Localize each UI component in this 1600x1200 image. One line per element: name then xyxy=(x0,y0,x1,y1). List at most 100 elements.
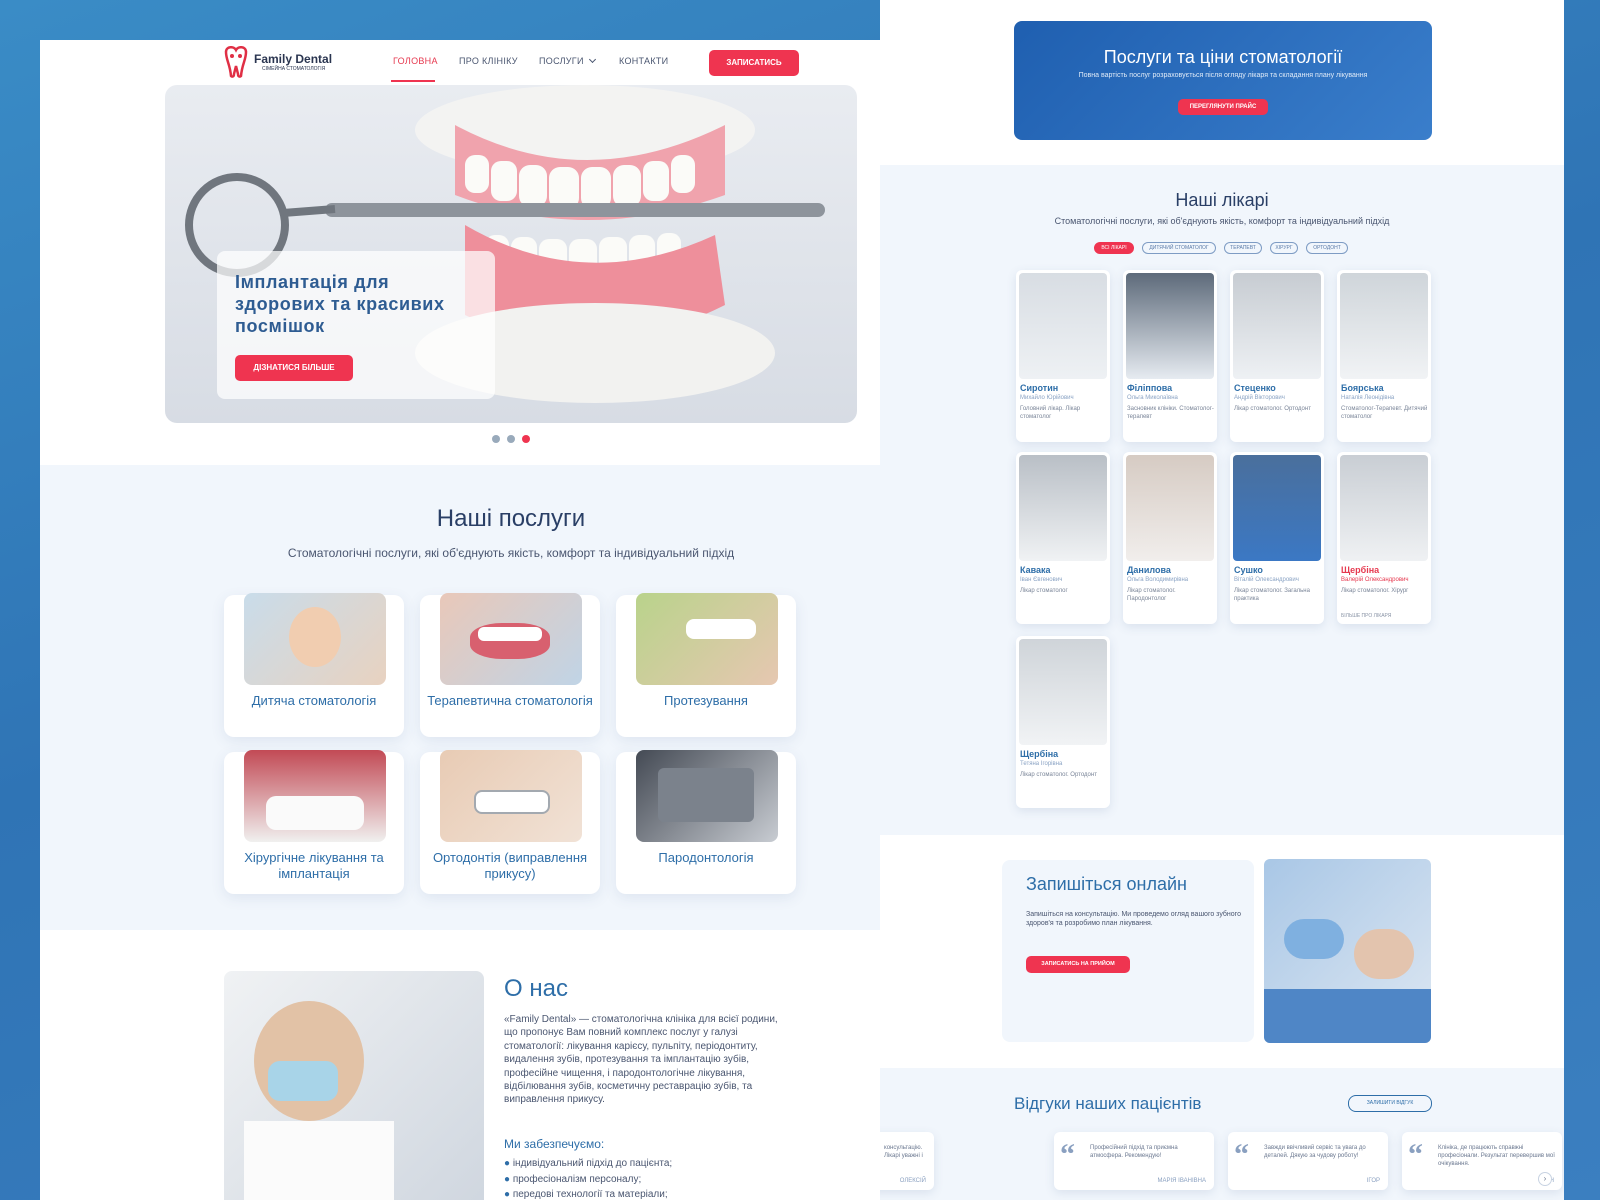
booking-text: Запишіться на консультацію. Ми проведемо… xyxy=(1026,911,1241,927)
view-prices-button[interactable]: ПЕРЕГЛЯНУТИ ПРАЙС xyxy=(1178,99,1268,115)
filter-surgeon[interactable]: ХІРУРГ xyxy=(1270,242,1298,254)
bullet-item: ● передові технології та матеріали; xyxy=(504,1189,668,1200)
review-author: ІГОР xyxy=(1366,1178,1380,1184)
reviews-title: Відгуки наших пацієнтів xyxy=(1014,1094,1202,1113)
review-text: Клініка, де працюють справжні професіона… xyxy=(1438,1145,1555,1167)
doctors-title: Наші лікарі xyxy=(1175,190,1269,210)
filter-pediatric[interactable]: ДИТЯЧИЙ СТОМАТОЛОГ xyxy=(1142,242,1216,254)
doctor-role: Головний лікар. Лікар стоматолог xyxy=(1020,406,1081,420)
service-label: Протезування xyxy=(664,693,748,708)
filter-orthodontist[interactable]: ОРТОДОНТ xyxy=(1306,242,1348,254)
logo[interactable]: Family Dental СІМЕЙНА СТОМАТОЛОГІЯ xyxy=(222,46,342,80)
prices-title: Послуги та ціни стоматології xyxy=(1103,47,1343,67)
booking-card: Запишіться онлайн Запишіться на консульт… xyxy=(1002,860,1254,1042)
doctors-subtitle: Стоматологічні послуги, які об'єднують я… xyxy=(1054,216,1390,226)
doctor-photo xyxy=(1340,455,1428,561)
nav-services[interactable]: ПОСЛУГИ xyxy=(539,55,596,66)
doctor-role: Лікар стоматолог xyxy=(1020,588,1068,594)
doctor-photo xyxy=(1233,455,1321,561)
homepage-panel: Family Dental СІМЕЙНА СТОМАТОЛОГІЯ ГОЛОВ… xyxy=(40,40,982,1200)
booking-title: Запишіться онлайн xyxy=(1026,874,1187,894)
filter-therapist[interactable]: ТЕРАПЕВТ xyxy=(1224,242,1262,254)
doctor-photo xyxy=(1340,273,1428,379)
doctor-card[interactable]: Філіппова Ольга Миколаївна Засновник кліні… xyxy=(1123,270,1217,442)
therapy-photo xyxy=(440,593,582,685)
chevron-down-icon xyxy=(588,55,596,64)
about-bullets: ● індивідуальний підхід до пацієнта; ● п… xyxy=(504,1156,672,1200)
doctor-surname: Сушко xyxy=(1234,565,1263,575)
doctor-more-link[interactable]: БІЛЬШЕ ПРО ЛІКАРЯ xyxy=(1341,613,1391,619)
nav-services-label: ПОСЛУГИ xyxy=(539,56,584,66)
doctor-card[interactable]: Кавака Іван Євгенович Лікар стоматолог xyxy=(1016,452,1110,624)
brand-tagline: СІМЕЙНА СТОМАТОЛОГІЯ xyxy=(262,66,326,72)
hero-caption-card: Імплантація для здорових та красивих пос… xyxy=(217,251,495,399)
doctor-surname: Стеценко xyxy=(1234,383,1276,393)
brand-name: Family Dental xyxy=(254,52,333,66)
service-card-surgery[interactable]: Хірургічне лікування та імплантація xyxy=(224,750,404,894)
doctor-role: Лікар стоматолог. Загальна практика xyxy=(1234,588,1310,602)
patient-photo xyxy=(1264,859,1431,1043)
services-subtitle: Стоматологічні послуги, які об'єднують я… xyxy=(287,546,735,560)
doctor-card[interactable]: Сиротин Михайло Юрійович Головний лікар. Л… xyxy=(1016,270,1110,442)
header-book-button[interactable]: ЗАПИСАТИСЬ xyxy=(709,50,799,76)
doctor-name: Андрій Вікторович xyxy=(1234,395,1285,401)
services-page-panel: Послуги та ціни стоматології Повна варті… xyxy=(880,0,1564,1200)
doctor-role: Лікар стоматолог. Пародонтолог xyxy=(1127,588,1176,602)
xray-photo xyxy=(636,750,778,842)
slider-dot-2[interactable] xyxy=(507,435,515,443)
doctor-name: Ольга Володимирівна xyxy=(1127,577,1189,583)
service-card-periodontology[interactable]: Пародонтологія xyxy=(616,750,796,894)
services-section: Наші послуги Стоматологічні послуги, які… xyxy=(40,465,982,930)
tooth-logo-icon xyxy=(224,46,248,78)
doctor-card[interactable]: Боярська Наталія Леонідівна Стоматолог-Тер… xyxy=(1337,270,1431,442)
service-label: Хірургічне лікування та імплантація xyxy=(244,850,384,881)
doctor-card[interactable]: Стеценко Андрій Вікторович Лікар стоматоло… xyxy=(1230,270,1324,442)
doctor-card[interactable]: Данилова Ольга Володимирівна Лікар стомато… xyxy=(1123,452,1217,624)
doctor-role: Стоматолог-Терапевт. Дитячий стоматолог xyxy=(1341,406,1428,420)
doctor-card[interactable]: Сушко Віталій Олександрович Лікар стоматол… xyxy=(1230,452,1324,624)
review-text: консультацію. Лікарі уважні і xyxy=(884,1145,923,1159)
doctor-photo xyxy=(1126,273,1214,379)
doctor-name: Ольга Миколаївна xyxy=(1127,395,1178,401)
review-card: “ Професійний підхід та приємна атмосфера… xyxy=(1054,1132,1214,1190)
booking-button[interactable]: ЗАПИСАТИСЬ НА ПРИЙОМ xyxy=(1026,956,1130,973)
doctor-card[interactable]: Щербіна Тетяна Ігорівна Лікар стоматолог. … xyxy=(1016,636,1110,808)
child-photo xyxy=(244,593,386,685)
bullet-item: ● індивідуальний підхід до пацієнта; xyxy=(504,1158,673,1169)
hero-learn-more-button[interactable]: ДІЗНАТИСЯ БІЛЬШЕ xyxy=(235,355,353,381)
doctor-surname: Боярська xyxy=(1341,383,1384,393)
doctors-section xyxy=(880,165,1564,835)
doctor-name: Іван Євгенович xyxy=(1020,577,1063,583)
prices-banner: Послуги та ціни стоматології Повна варті… xyxy=(1014,21,1432,140)
nav-active-underline xyxy=(391,80,435,82)
dentist-photo xyxy=(224,971,484,1200)
slider-dot-3[interactable] xyxy=(522,435,530,443)
services-title: Наші послуги xyxy=(436,505,586,532)
doctor-photo xyxy=(1233,273,1321,379)
service-card-orthodontics[interactable]: Ортодонтія (виправлення прикусу) xyxy=(420,750,600,894)
filter-all[interactable]: ВСІ ЛІКАРІ xyxy=(1094,242,1134,254)
doctor-role: Лікар стоматолог. Ортодонт xyxy=(1234,406,1311,412)
nav-contacts[interactable]: КОНТАКТИ xyxy=(619,56,668,66)
doctor-role: Засновник клініки. Стоматолог-терапевт xyxy=(1127,406,1214,420)
quote-icon: “ xyxy=(1060,1138,1075,1171)
service-card-pediatric[interactable]: Дитяча стоматологія xyxy=(224,593,404,737)
about-text: «Family Dental» — стоматологічна клініка… xyxy=(504,1014,778,1106)
service-card-therapeutic[interactable]: Терапевтична стоматологія xyxy=(420,593,600,737)
doctor-surname: Данилова xyxy=(1127,565,1171,575)
doctor-photo xyxy=(1019,273,1107,379)
prosthetics-photo xyxy=(636,593,778,685)
leave-review-button[interactable]: ЗАЛИШИТИ ВІДГУК xyxy=(1348,1095,1432,1112)
nav-home[interactable]: ГОЛОВНА xyxy=(393,56,438,66)
chevron-right-icon[interactable]: › xyxy=(1538,1172,1552,1186)
doctor-name: Наталія Леонідівна xyxy=(1341,395,1395,401)
service-label: Терапевтична стоматологія xyxy=(427,693,593,708)
doctor-card[interactable]: Щербіна Валерій Олександрович Лікар стомат… xyxy=(1337,452,1431,624)
service-label: Пародонтологія xyxy=(658,850,754,865)
nav-about[interactable]: ПРО КЛІНІКУ xyxy=(459,56,518,66)
review-text: Завжди ввічливий сервіс та увага до дета… xyxy=(1264,1145,1366,1159)
doctor-surname: Кавака xyxy=(1020,565,1051,575)
service-card-prosthetics[interactable]: Протезування xyxy=(616,593,796,737)
doctor-surname: Сиротин xyxy=(1020,383,1059,393)
slider-dot-1[interactable] xyxy=(492,435,500,443)
